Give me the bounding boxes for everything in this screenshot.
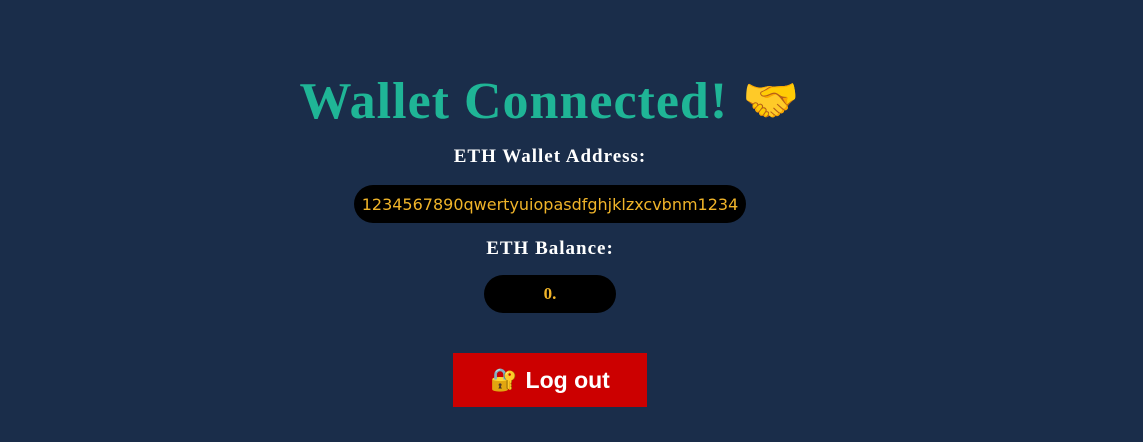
handshake-icon: 🤝 <box>742 75 801 126</box>
wallet-address-label: ETH Wallet Address: <box>453 146 647 167</box>
wallet-address-value: 1234567890qwertyuiopasdfghjklzxcvbnm1234 <box>353 185 747 223</box>
balance-value: 0. <box>484 275 616 313</box>
logout-button[interactable]: 🔐 Log out <box>453 353 647 407</box>
wallet-panel: Wallet Connected! 🤝 ETH Wallet Address: … <box>0 0 1100 407</box>
logout-button-label: Log out <box>525 366 610 393</box>
lock-with-key-icon: 🔐 <box>490 367 518 392</box>
page-title-text: Wallet Connected! <box>299 72 729 130</box>
page-title: Wallet Connected! 🤝 <box>300 70 801 132</box>
balance-label: ETH Balance: <box>486 238 614 259</box>
